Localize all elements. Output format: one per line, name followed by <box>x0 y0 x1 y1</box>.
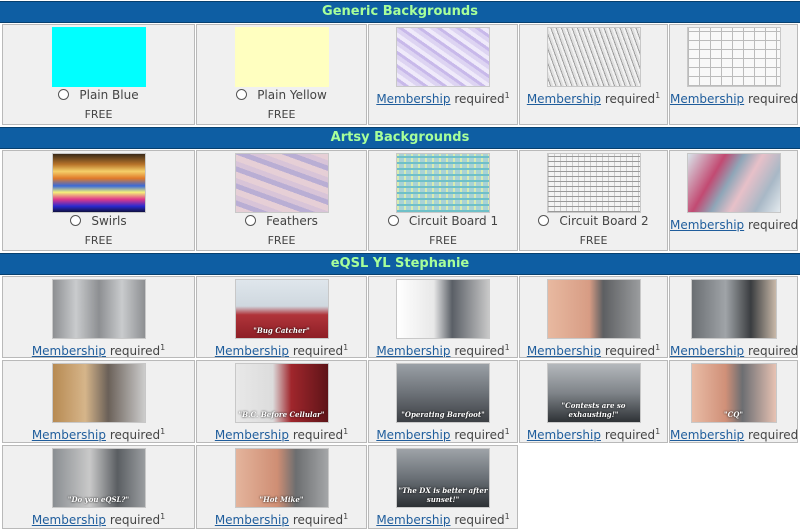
thumbnail-circuit-board-2[interactable] <box>546 153 641 213</box>
photo-option-headset: Membership required1 <box>519 276 668 358</box>
membership-link[interactable]: Membership <box>32 428 106 442</box>
radio-circuit-board-1[interactable] <box>387 215 399 226</box>
membership-link[interactable]: Membership <box>376 428 450 442</box>
price-label: FREE <box>267 234 296 247</box>
background-option-brush-strokes: Membership required1 <box>669 150 798 251</box>
thumbnail-office <box>396 279 490 339</box>
membership-link[interactable]: Membership <box>32 344 106 357</box>
thumbnail-do-you-eqsl: "Do you eQSL?" <box>51 448 146 508</box>
thumbnail-headset <box>546 279 641 339</box>
section-header-artsy: Artsy Backgrounds <box>0 127 800 149</box>
option-label: Swirls <box>91 214 127 228</box>
membership-link[interactable]: Membership <box>376 344 450 357</box>
membership-link[interactable]: Membership <box>215 428 289 442</box>
photo-option-bug-catcher: "Bug Catcher" Membership required1 <box>196 276 367 358</box>
thumbnail-operating-barefoot: "Operating Barefoot" <box>396 363 490 423</box>
thumbnail-brush-strokes <box>686 153 781 213</box>
section-header-stephanie: eQSL YL Stephanie <box>0 253 800 275</box>
photo-option-desk: Membership required1 <box>2 360 195 443</box>
thumbnail-cq: "CQ" <box>690 363 777 423</box>
background-option-circuit-board-2[interactable]: Circuit Board 2 FREE <box>519 150 668 251</box>
membership-link[interactable]: Membership <box>32 513 106 527</box>
thumbnail-hot-mike: "Hot Mike" <box>234 448 329 508</box>
price-label: FREE <box>267 108 296 121</box>
thumbnail-sketch <box>546 27 641 87</box>
membership-link[interactable]: Membership <box>670 344 744 357</box>
membership-link[interactable]: Membership <box>376 92 450 106</box>
radio-circuit-board-2[interactable] <box>538 215 550 226</box>
membership-link[interactable]: Membership <box>527 92 601 106</box>
photo-option-collage: Membership required1 <box>2 276 195 358</box>
thumbnail-plain-blue[interactable] <box>51 27 146 87</box>
radio-plain-blue[interactable] <box>58 89 70 100</box>
thumbnail-grid <box>686 27 781 87</box>
background-option-circuit-board-1[interactable]: Circuit Board 1 FREE <box>368 150 518 251</box>
background-option-grid: Membership required1 <box>669 24 798 125</box>
option-label: Circuit Board 1 <box>408 214 499 228</box>
background-option-plain-yellow[interactable]: Plain Yellow FREE <box>196 24 367 125</box>
thumbnail-bug-catcher: "Bug Catcher" <box>234 279 329 339</box>
thumbnail-feathers[interactable] <box>234 153 329 213</box>
thumbnail-swirls[interactable] <box>51 153 146 213</box>
background-option-feathers[interactable]: Feathers FREE <box>196 150 367 251</box>
radio-swirls[interactable] <box>70 215 82 226</box>
membership-link[interactable]: Membership <box>215 513 289 527</box>
price-label: FREE <box>579 234 608 247</box>
thumbnail-dx-after-sunset: "The DX is better after sunset!" <box>396 448 490 508</box>
thumbnail-before-cellular: "B.C. Before Cellular" <box>234 363 329 423</box>
membership-link[interactable]: Membership <box>527 344 601 357</box>
membership-link[interactable]: Membership <box>527 428 601 442</box>
photo-option-hot-mike: "Hot Mike" Membership required1 <box>196 445 367 529</box>
option-label: Circuit Board 2 <box>559 214 649 228</box>
membership-link[interactable]: Membership <box>670 428 744 442</box>
photo-option-cq: "CQ" Membership required1 <box>669 360 798 443</box>
thumbnail-phone-call <box>690 279 777 339</box>
thumbnail-collage <box>51 279 146 339</box>
background-option-plain-blue[interactable]: Plain Blue FREE <box>2 24 195 125</box>
radio-feathers[interactable] <box>245 215 257 226</box>
option-label: Feathers <box>266 214 318 228</box>
thumbnail-circuit-board-1[interactable] <box>396 153 490 213</box>
background-option-sketch: Membership required1 <box>519 24 668 125</box>
thumbnail-contests: "Contests are so exhausting!" <box>546 363 641 423</box>
photo-option-contests: "Contests are so exhausting!" Membership… <box>519 360 668 443</box>
membership-link[interactable]: Membership <box>376 513 450 527</box>
membership-link[interactable]: Membership <box>215 344 289 357</box>
radio-plain-yellow[interactable] <box>236 89 248 100</box>
photo-option-phone-call: Membership required1 <box>669 276 798 358</box>
photo-option-before-cellular: "B.C. Before Cellular" Membership requir… <box>196 360 367 443</box>
option-label: Plain Blue <box>79 88 139 102</box>
background-option-swirls[interactable]: Swirls FREE <box>2 150 195 251</box>
thumbnail-desk <box>51 363 146 423</box>
price-label: FREE <box>84 108 113 121</box>
photo-option-dx-after-sunset: "The DX is better after sunset!" Members… <box>368 445 518 529</box>
thumbnail-plain-yellow[interactable] <box>234 27 329 87</box>
membership-link[interactable]: Membership <box>670 92 744 106</box>
membership-link[interactable]: Membership <box>670 218 744 232</box>
option-label: Plain Yellow <box>257 88 327 102</box>
thumbnail-marble <box>396 27 490 87</box>
section-header-generic: Generic Backgrounds <box>0 1 800 23</box>
backgrounds-gallery: Generic Backgrounds Plain Blue FREE Plai… <box>0 0 800 532</box>
photo-option-office: Membership required1 <box>368 276 518 358</box>
price-label: FREE <box>84 234 113 247</box>
photo-option-operating-barefoot: "Operating Barefoot" Membership required… <box>368 360 518 443</box>
background-option-marble: Membership required1 <box>368 24 518 125</box>
price-label: FREE <box>429 234 457 247</box>
photo-option-do-you-eqsl: "Do you eQSL?" Membership required1 <box>2 445 195 529</box>
